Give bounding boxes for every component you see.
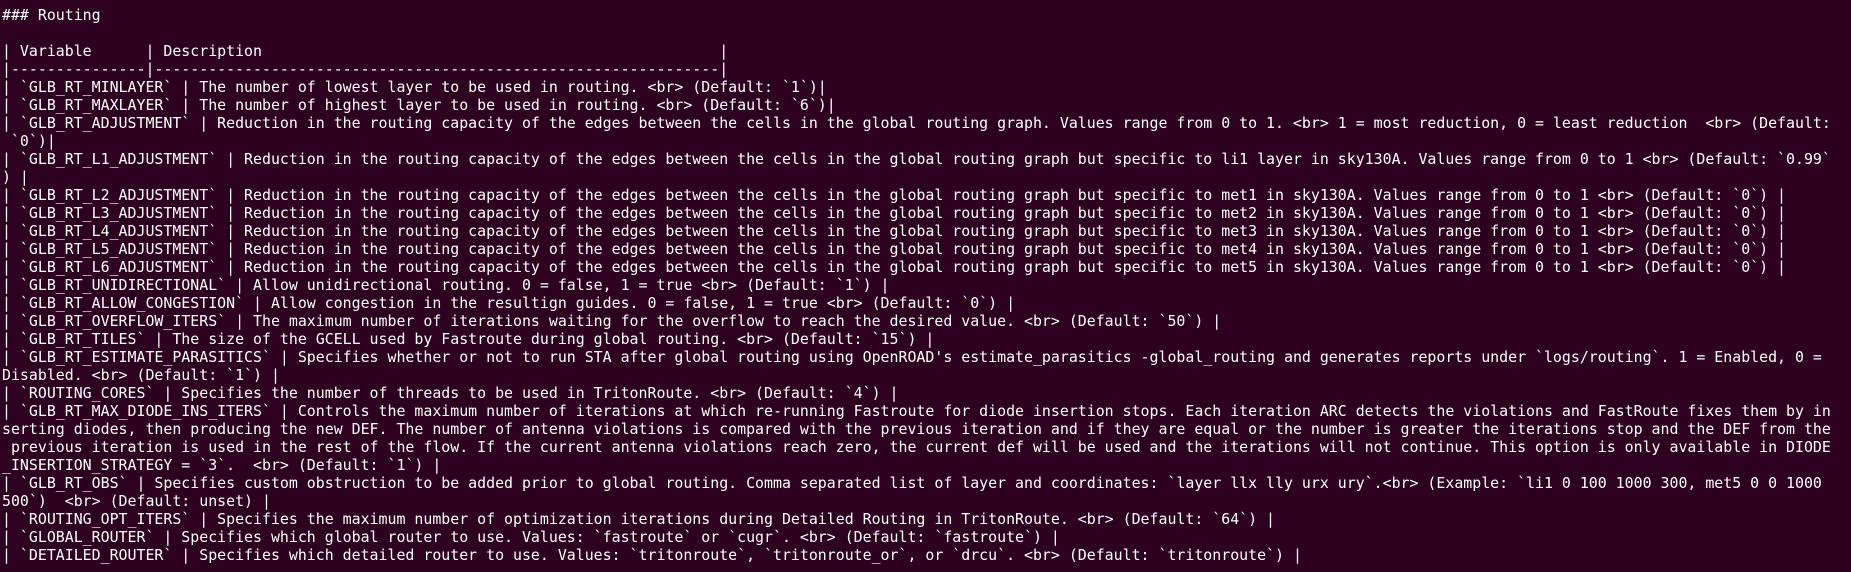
terminal-line: ### Routing [2,6,101,24]
terminal-line: | `DETAILED_ROUTER` | Specifies which de… [2,546,1302,564]
terminal-line: | `GLB_RT_MAXLAYER` | The number of high… [2,96,836,114]
terminal-line: previous iteration is used in the rest o… [2,438,1831,456]
terminal-line: ) | [2,168,29,186]
terminal-line: `0`)| [2,132,56,150]
terminal-line: _INSERTION_STRATEGY = `3`. <br> (Default… [2,456,442,474]
terminal-line: Disabled. <br> (Default: `1`) | [2,366,280,384]
terminal-line: | `GLB_RT_OVERFLOW_ITERS` | The maximum … [2,312,1222,330]
terminal-line: | Variable | Description | [2,42,729,60]
terminal-line: | `GLB_RT_OBS` | Specifies custom obstru… [2,474,1822,492]
terminal-window[interactable]: ### Routing | Variable | Description | |… [0,0,1851,572]
terminal-line: | `GLB_RT_ADJUSTMENT` | Reduction in the… [2,114,1831,132]
terminal-line: | `GLB_RT_ESTIMATE_PARASITICS` | Specifi… [2,348,1822,366]
terminal-line: 500`) <br> (Default: unset) | [2,492,271,510]
terminal-line: | `ROUTING_OPT_ITERS` | Specifies the ma… [2,510,1276,528]
terminal-line: | `GLB_RT_UNIDIRECTIONAL` | Allow unidir… [2,276,890,294]
terminal-line: | `GLB_RT_MAX_DIODE_INS_ITERS` | Control… [2,402,1831,420]
terminal-line: | `GLB_RT_ALLOW_CONGESTION` | Allow cong… [2,294,1016,312]
terminal-line: | `GLOBAL_ROUTER` | Specifies which glob… [2,528,1060,546]
terminal-line: | `GLB_RT_L6_ADJUSTMENT` | Reduction in … [2,258,1787,276]
terminal-line: | `GLB_RT_L5_ADJUSTMENT` | Reduction in … [2,240,1787,258]
terminal-line: | `GLB_RT_L2_ADJUSTMENT` | Reduction in … [2,186,1787,204]
terminal-line: | `ROUTING_CORES` | Specifies the number… [2,384,899,402]
terminal-line: | `GLB_RT_MINLAYER` | The number of lowe… [2,78,827,96]
terminal-line: |---------------|-----------------------… [2,60,729,78]
terminal-line: | `GLB_RT_L3_ADJUSTMENT` | Reduction in … [2,204,1787,222]
terminal-line: | `GLB_RT_L4_ADJUSTMENT` | Reduction in … [2,222,1787,240]
terminal-line: serting diodes, then producing the new D… [2,420,1831,438]
terminal-line: | `GLB_RT_TILES` | The size of the GCELL… [2,330,935,348]
terminal-line: | `GLB_RT_L1_ADJUSTMENT` | Reduction in … [2,150,1831,168]
